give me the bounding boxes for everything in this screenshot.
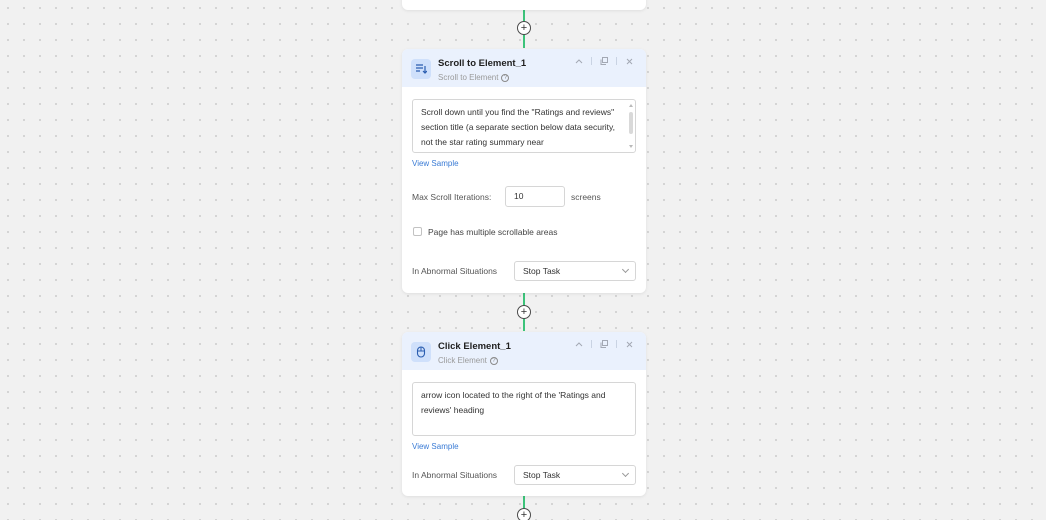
view-sample-link[interactable]: View Sample (412, 159, 459, 168)
collapse-icon[interactable] (572, 54, 586, 68)
description-text: arrow icon located to the right of the '… (421, 390, 606, 415)
scroll-to-element-card[interactable]: Scroll to Element_1 Scroll to Element ? … (402, 49, 646, 293)
abnormal-situations-select[interactable]: Stop Task (514, 261, 636, 281)
divider (591, 57, 592, 65)
view-sample-link[interactable]: View Sample (412, 442, 459, 451)
card-header: Click Element_1 Click Element ? (402, 332, 646, 370)
close-icon[interactable] (622, 337, 636, 351)
max-scroll-input[interactable]: 10 (505, 186, 565, 207)
header-actions (572, 337, 636, 351)
node-type-label: Click Element (438, 356, 487, 365)
header-actions (572, 54, 636, 68)
element-description-textarea[interactable]: Scroll down until you find the "Ratings … (412, 99, 636, 153)
card-header: Scroll to Element_1 Scroll to Element ? (402, 49, 646, 87)
multiple-scrollable-label[interactable]: Page has multiple scrollable areas (428, 227, 557, 237)
node-subtitle: Scroll to Element ? (438, 72, 646, 84)
chevron-down-icon (621, 265, 630, 274)
select-value: Stop Task (523, 470, 561, 480)
help-icon[interactable]: ? (501, 74, 510, 82)
textarea-scrollbar[interactable] (629, 112, 633, 134)
scroll-down-arrow[interactable] (629, 145, 633, 148)
max-scroll-label: Max Scroll Iterations: (412, 192, 492, 202)
add-step-button[interactable]: + (517, 508, 531, 520)
multiple-scrollable-checkbox[interactable] (413, 227, 422, 236)
select-value: Stop Task (523, 266, 561, 276)
divider (591, 340, 592, 348)
element-description-textarea[interactable]: arrow icon located to the right of the '… (412, 382, 636, 436)
add-step-button[interactable]: + (517, 21, 531, 35)
max-scroll-unit: screens (571, 192, 601, 202)
scroll-up-arrow[interactable] (629, 104, 633, 107)
description-text: Scroll down until you find the "Ratings … (421, 107, 616, 147)
close-icon[interactable] (622, 54, 636, 68)
abnormal-situations-select[interactable]: Stop Task (514, 465, 636, 485)
mouse-icon (411, 342, 431, 362)
scroll-down-icon (411, 59, 431, 79)
abnormal-situations-label: In Abnormal Situations (412, 470, 498, 480)
previous-step-card[interactable] (402, 0, 646, 10)
node-subtitle: Click Element ? (438, 355, 646, 367)
divider (616, 340, 617, 348)
copy-icon[interactable] (597, 337, 611, 351)
add-step-button[interactable]: + (517, 305, 531, 319)
help-icon[interactable]: ? (489, 357, 498, 365)
chevron-down-icon (621, 469, 630, 478)
divider (616, 57, 617, 65)
abnormal-situations-label: In Abnormal Situations (412, 266, 498, 276)
click-element-card[interactable]: Click Element_1 Click Element ? arrow ic… (402, 332, 646, 496)
collapse-icon[interactable] (572, 337, 586, 351)
copy-icon[interactable] (597, 54, 611, 68)
node-type-label: Scroll to Element (438, 73, 499, 82)
